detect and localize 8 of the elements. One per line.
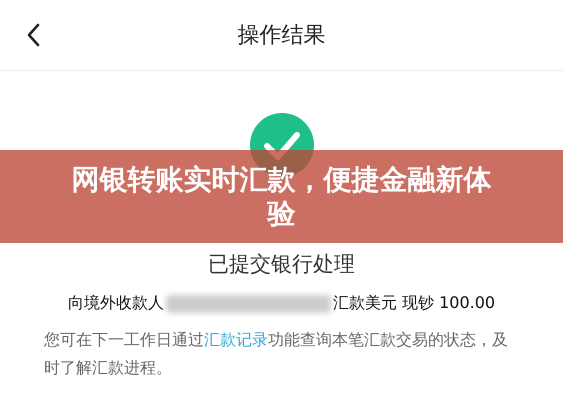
summary-text: 向境外收款人: [68, 293, 164, 314]
note-paragraph: 您可在下一工作日通过汇款记录功能查询本笔汇款交易的状态，及时了解汇款进程。: [43, 329, 509, 379]
remittance-records-link[interactable]: 汇款记录: [204, 330, 268, 349]
status-text: 已提交银行处理: [208, 251, 355, 277]
summary-amount: 汇款美元 现钞 100.00: [332, 293, 496, 314]
screen-title: 操作结果: [238, 22, 326, 50]
back-icon[interactable]: [26, 23, 40, 47]
banner-title: 网银转账实时汇款，便捷金融新体验: [70, 162, 492, 230]
